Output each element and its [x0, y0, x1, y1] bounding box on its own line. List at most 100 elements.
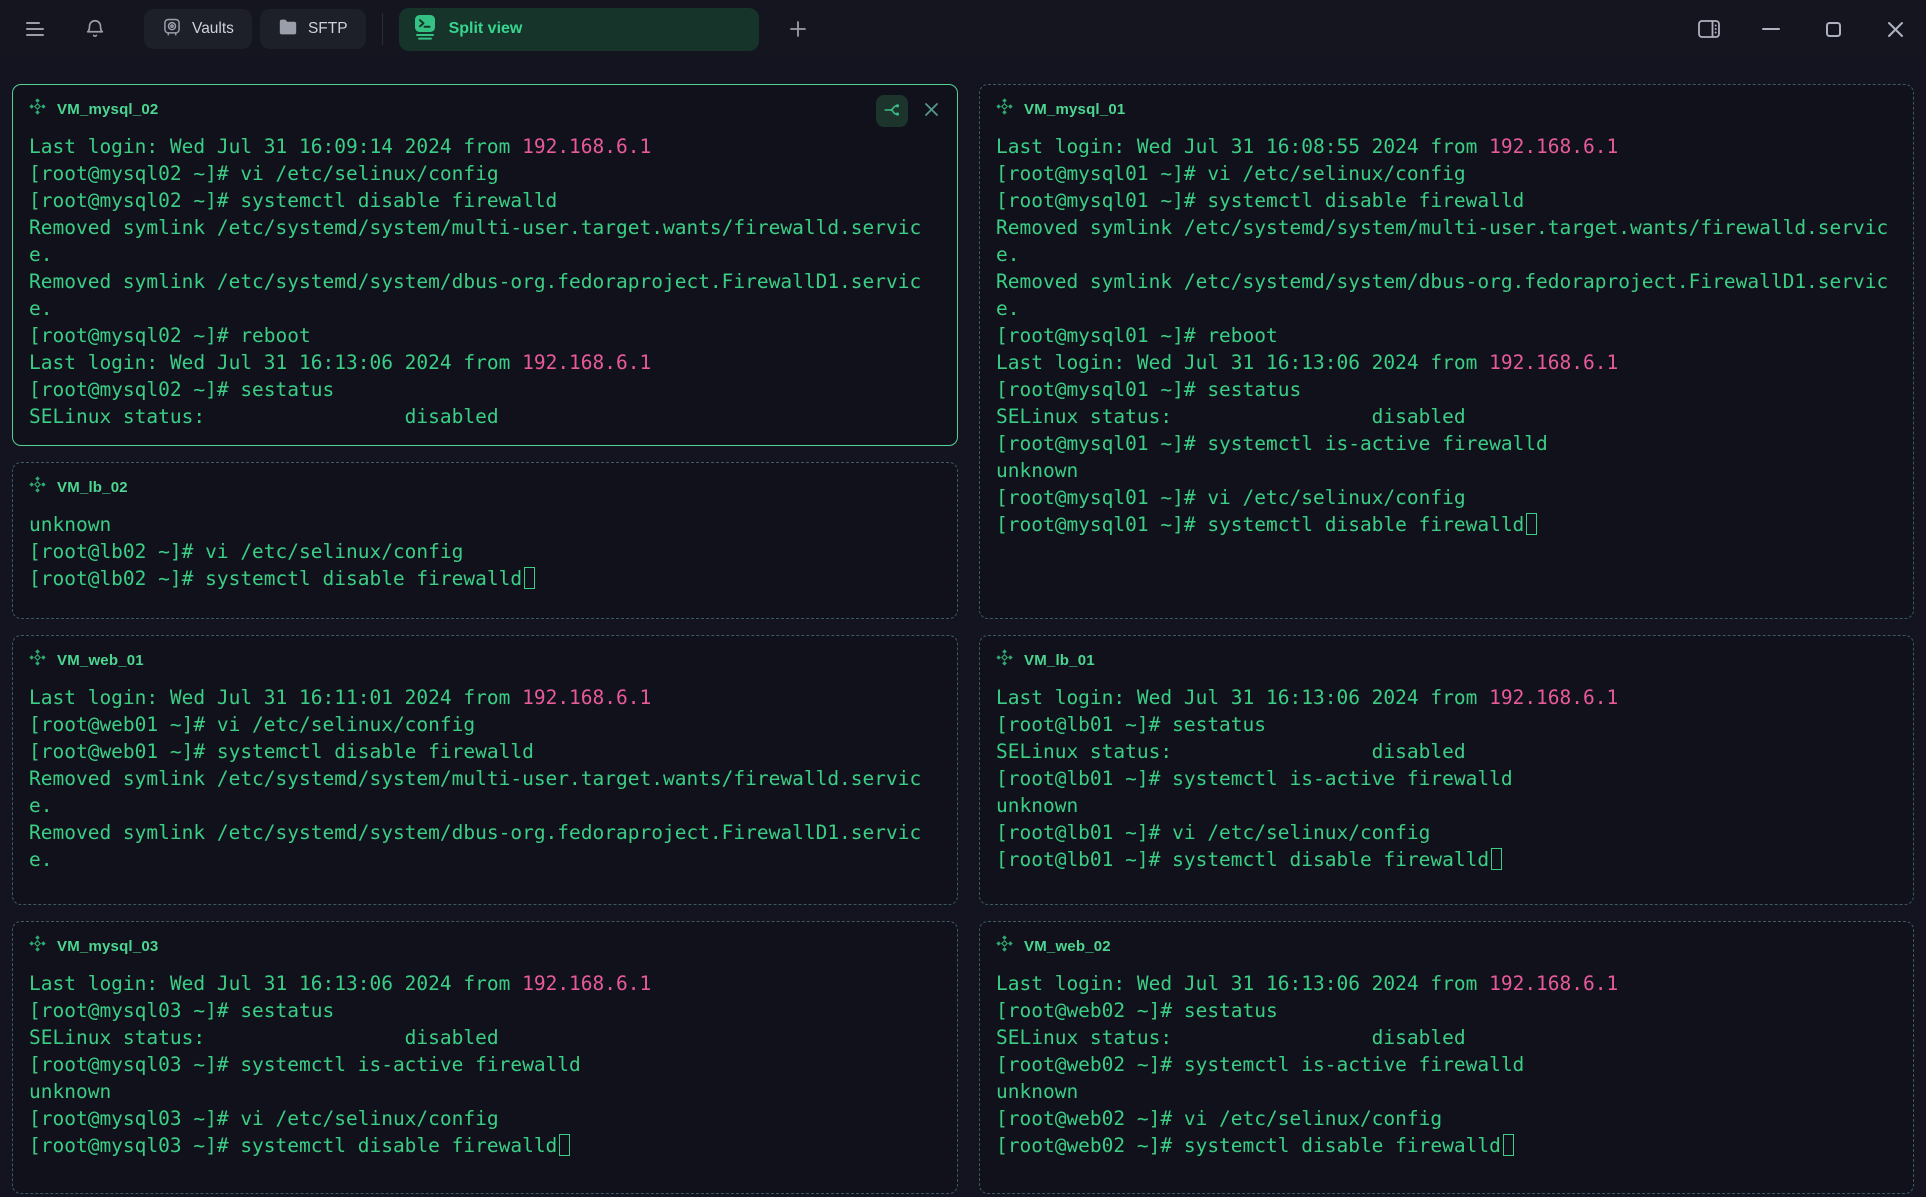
terminal-line: Last login: Wed Jul 31 16:13:06 2024 fro… — [996, 684, 1897, 711]
terminal-line: [root@web02 ~]# systemctl disable firewa… — [996, 1132, 1897, 1159]
terminal-line: [root@web02 ~]# sestatus — [996, 997, 1897, 1024]
terminal-panel-vm-web-01[interactable]: VM_web_01 Last login: Wed Jul 31 16:11:0… — [12, 635, 958, 905]
terminal-line: unknown — [29, 1078, 941, 1105]
terminal-panel-title: VM_lb_01 — [1024, 652, 1095, 669]
terminal-line: SELinux status: disabled — [996, 1024, 1897, 1051]
minimize-icon — [1762, 27, 1780, 31]
terminal-panel-controls — [876, 95, 945, 127]
terminal-line: [root@mysql01 ~]# reboot — [996, 322, 1897, 349]
topbar-separator — [382, 13, 383, 45]
terminal-output[interactable]: unknown[root@lb02 ~]# vi /etc/selinux/co… — [29, 511, 941, 592]
terminal-line: [root@mysql02 ~]# vi /etc/selinux/config — [29, 160, 941, 187]
toggle-side-panel-button[interactable] — [1692, 12, 1726, 46]
terminal-line: Last login: Wed Jul 31 16:13:06 2024 fro… — [996, 349, 1897, 376]
terminal-output[interactable]: Last login: Wed Jul 31 16:13:06 2024 fro… — [996, 684, 1897, 873]
terminal-output[interactable]: Last login: Wed Jul 31 16:08:55 2024 fro… — [996, 133, 1897, 538]
minimize-button[interactable] — [1754, 12, 1788, 46]
terminal-output[interactable]: Last login: Wed Jul 31 16:11:01 2024 fro… — [29, 684, 941, 873]
terminal-line: SELinux status: disabled — [29, 403, 941, 430]
terminal-line: [root@mysql01 ~]# vi /etc/selinux/config — [996, 160, 1897, 187]
terminal-line: [root@mysql01 ~]# systemctl is-active fi… — [996, 430, 1897, 457]
terminal-panel-vm-lb-02[interactable]: VM_lb_02 unknown[root@lb02 ~]# vi /etc/s… — [12, 462, 958, 619]
terminal-line: unknown — [996, 1078, 1897, 1105]
terminal-line: [root@web02 ~]# vi /etc/selinux/config — [996, 1105, 1897, 1132]
terminal-line: Removed symlink /etc/systemd/system/mult… — [29, 214, 941, 241]
terminal-line: e. — [29, 846, 941, 873]
terminal-panel-title: VM_mysql_03 — [57, 938, 158, 955]
maximize-icon — [1825, 21, 1842, 38]
terminal-line: Last login: Wed Jul 31 16:13:06 2024 fro… — [996, 970, 1897, 997]
terminal-line: SELinux status: disabled — [29, 1024, 941, 1051]
terminal-line: [root@lb01 ~]# sestatus — [996, 711, 1897, 738]
terminal-line: Last login: Wed Jul 31 16:11:01 2024 fro… — [29, 684, 941, 711]
bell-icon — [84, 18, 106, 40]
notifications-button[interactable] — [78, 12, 112, 46]
terminal-line: [root@lb02 ~]# vi /etc/selinux/config — [29, 538, 941, 565]
plus-icon — [788, 19, 808, 39]
terminal-panel-header: VM_mysql_01 — [996, 98, 1897, 120]
top-bar: Vaults SFTP Split view — [0, 0, 1926, 58]
split-pane-button[interactable] — [876, 95, 908, 127]
terminal-line: [root@mysql01 ~]# vi /etc/selinux/config — [996, 484, 1897, 511]
sidebar-menu-button[interactable] — [18, 12, 52, 46]
terminal-panel-title: VM_mysql_02 — [57, 101, 158, 118]
terminal-panel-vm-mysql-03[interactable]: VM_mysql_03 Last login: Wed Jul 31 16:13… — [12, 921, 958, 1194]
terminal-panel-vm-mysql-02[interactable]: VM_mysql_02 — [12, 84, 958, 446]
hamburger-menu-icon — [24, 20, 46, 38]
os-distro-icon — [996, 98, 1013, 120]
terminal-line: [root@mysql03 ~]# sestatus — [29, 997, 941, 1024]
close-window-button[interactable] — [1878, 12, 1912, 46]
terminal-line: [root@web01 ~]# systemctl disable firewa… — [29, 738, 941, 765]
terminal-panel-vm-mysql-01[interactable]: VM_mysql_01 Last login: Wed Jul 31 16:08… — [979, 84, 1914, 619]
terminal-panel-vm-web-02[interactable]: VM_web_02 Last login: Wed Jul 31 16:13:0… — [979, 921, 1914, 1194]
terminal-line: e. — [996, 241, 1897, 268]
terminal-panel-header: VM_lb_01 — [996, 649, 1897, 671]
terminal-line: [root@web02 ~]# systemctl is-active fire… — [996, 1051, 1897, 1078]
terminal-output[interactable]: Last login: Wed Jul 31 16:13:06 2024 fro… — [29, 970, 941, 1159]
close-pane-button[interactable] — [917, 97, 945, 125]
terminal-line: e. — [29, 792, 941, 819]
terminal-line: [root@lb01 ~]# systemctl is-active firew… — [996, 765, 1897, 792]
terminal-panel-header: VM_mysql_03 — [29, 935, 941, 957]
folder-icon — [278, 18, 298, 41]
os-distro-icon — [29, 98, 46, 120]
terminal-line: [root@web01 ~]# vi /etc/selinux/config — [29, 711, 941, 738]
terminal-panel-title: VM_web_02 — [1024, 938, 1111, 955]
new-tab-button[interactable] — [781, 12, 815, 46]
terminal-line: unknown — [996, 792, 1897, 819]
terminal-line: [root@lb01 ~]# systemctl disable firewal… — [996, 846, 1897, 873]
os-distro-icon — [29, 649, 46, 671]
terminal-line: [root@lb01 ~]# vi /etc/selinux/config — [996, 819, 1897, 846]
tab-split-view[interactable]: Split view — [399, 8, 759, 51]
terminal-panel-header: VM_web_02 — [996, 935, 1897, 957]
os-distro-icon — [29, 476, 46, 498]
terminal-cursor — [1491, 848, 1502, 870]
terminal-output[interactable]: Last login: Wed Jul 31 16:09:14 2024 fro… — [29, 133, 941, 430]
side-panel-layout-icon — [1697, 18, 1721, 40]
terminal-line: [root@mysql02 ~]# systemctl disable fire… — [29, 187, 941, 214]
vaults-button[interactable]: Vaults — [144, 9, 252, 49]
split-pane-icon — [883, 101, 901, 122]
terminal-panel-title: VM_mysql_01 — [1024, 101, 1125, 118]
sftp-button-label: SFTP — [308, 20, 348, 38]
terminal-line: Last login: Wed Jul 31 16:13:06 2024 fro… — [29, 970, 941, 997]
terminal-line: SELinux status: disabled — [996, 403, 1897, 430]
close-icon — [1887, 21, 1904, 38]
terminal-panel-title: VM_web_01 — [57, 652, 144, 669]
terminal-line: [root@mysql01 ~]# sestatus — [996, 376, 1897, 403]
terminal-line: [root@mysql02 ~]# reboot — [29, 322, 941, 349]
maximize-button[interactable] — [1816, 12, 1850, 46]
terminal-panel-header: VM_lb_02 — [29, 476, 941, 498]
sftp-button[interactable]: SFTP — [260, 9, 366, 49]
terminal-line: [root@lb02 ~]# systemctl disable firewal… — [29, 565, 941, 592]
terminal-panel-vm-lb-01[interactable]: VM_lb_01 Last login: Wed Jul 31 16:13:06… — [979, 635, 1914, 905]
terminal-line: [root@mysql03 ~]# systemctl disable fire… — [29, 1132, 941, 1159]
terminal-line: Last login: Wed Jul 31 16:13:06 2024 fro… — [29, 349, 941, 376]
terminal-line: Removed symlink /etc/systemd/system/mult… — [29, 765, 941, 792]
terminal-panel-title: VM_lb_02 — [57, 479, 128, 496]
terminal-output[interactable]: Last login: Wed Jul 31 16:13:06 2024 fro… — [996, 970, 1897, 1159]
terminal-line: Removed symlink /etc/systemd/system/mult… — [996, 214, 1897, 241]
terminal-line: SELinux status: disabled — [996, 738, 1897, 765]
window-controls — [1692, 12, 1912, 46]
terminal-panel-header: VM_web_01 — [29, 649, 941, 671]
